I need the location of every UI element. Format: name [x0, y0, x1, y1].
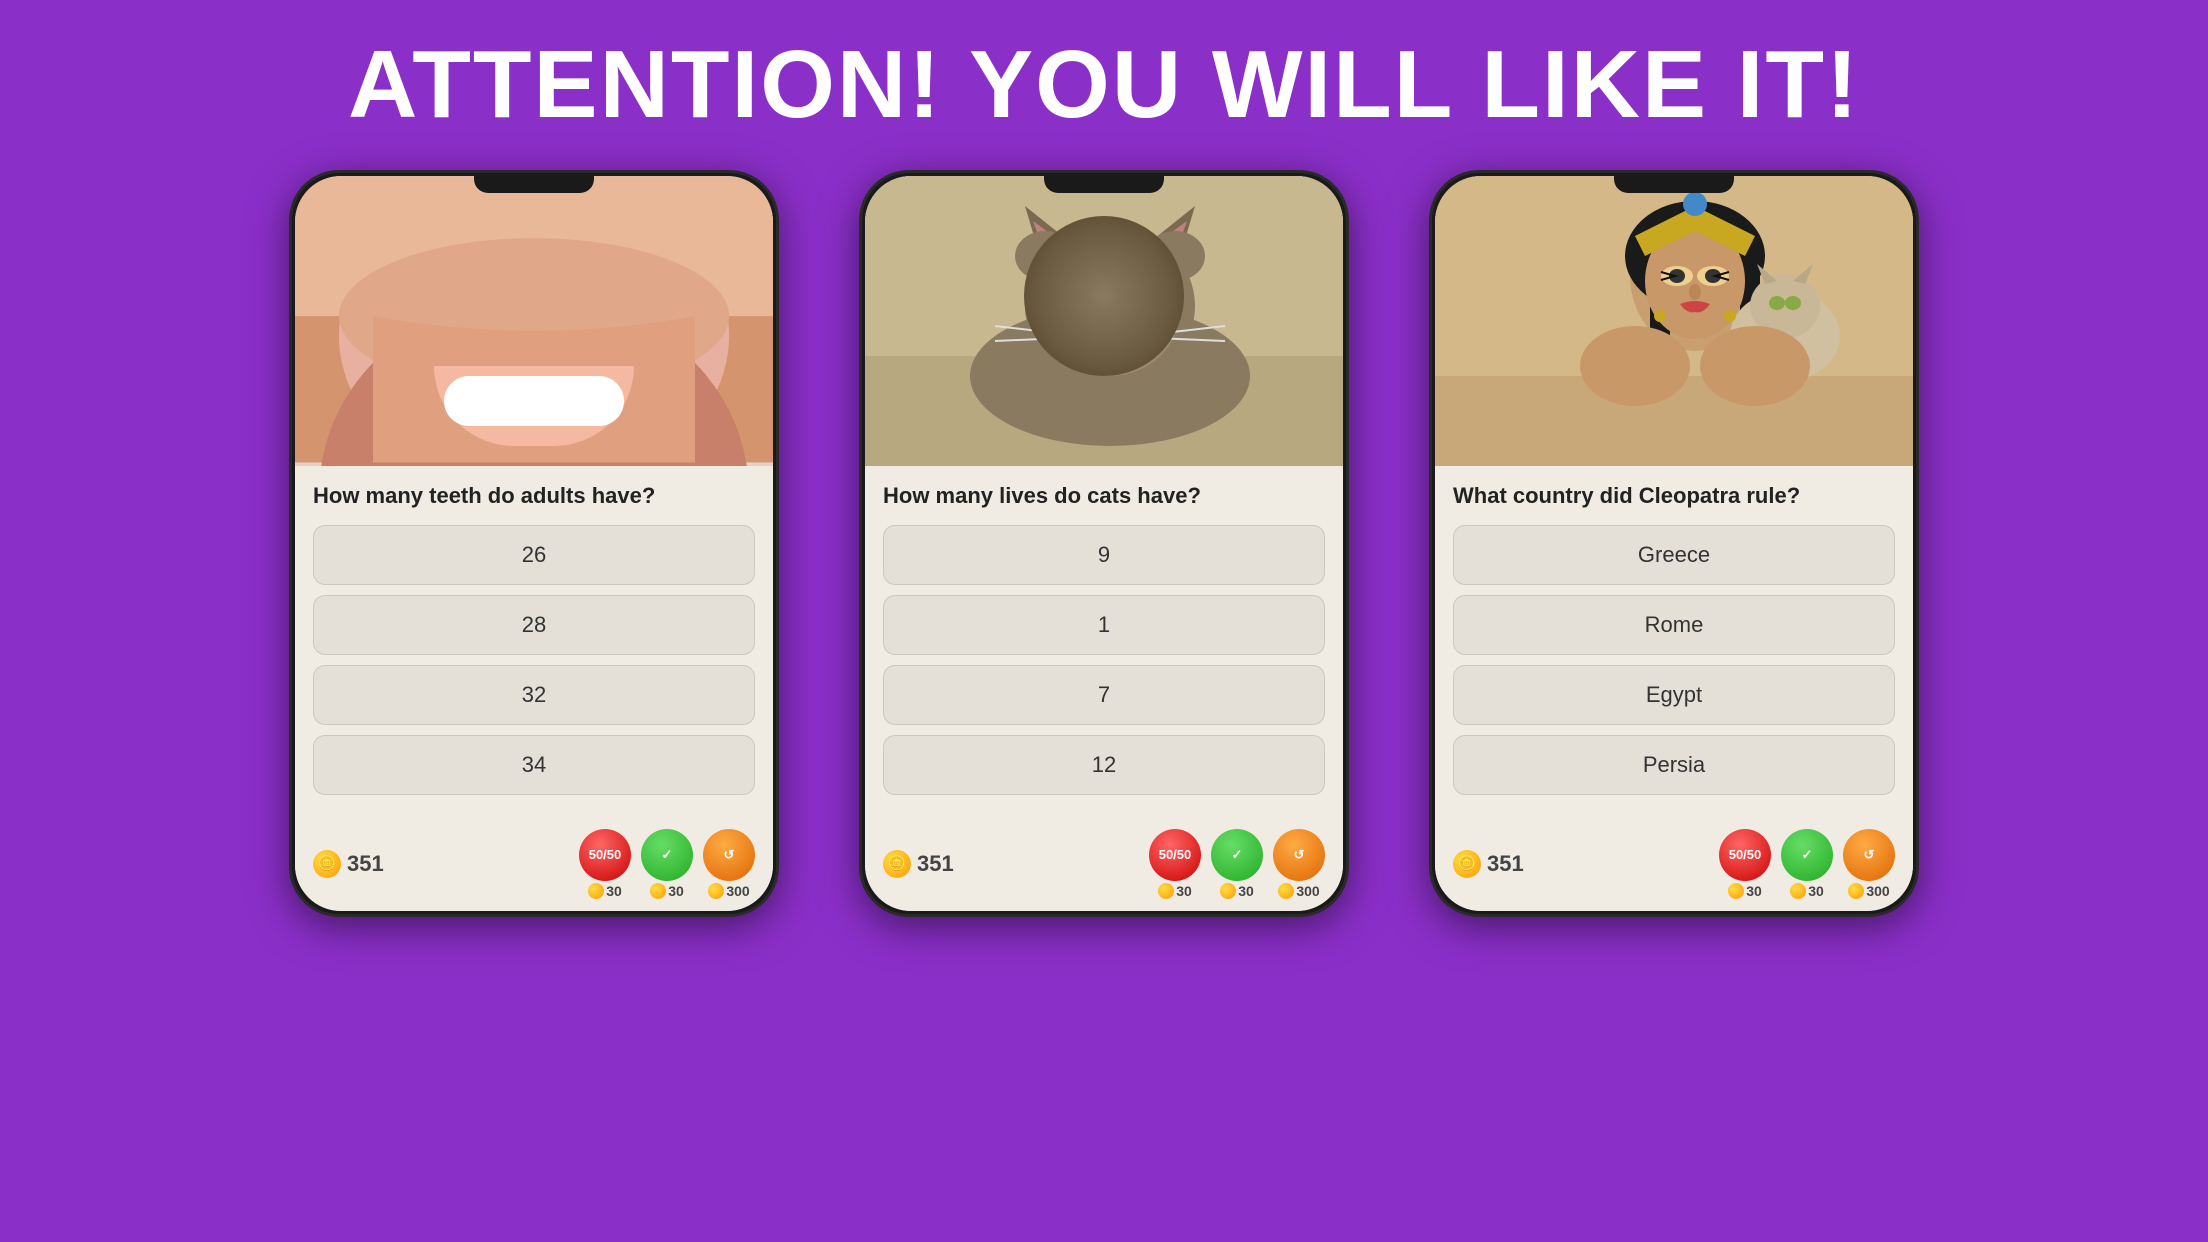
badge-check-3: ✓	[1781, 829, 1833, 881]
phone-content-1: How many teeth do adults have? 26 28 32 …	[295, 466, 773, 821]
phone-notch-3	[1614, 173, 1734, 193]
answer-2-3[interactable]: 7	[883, 665, 1325, 725]
badge-5050-3: 50/50	[1719, 829, 1771, 881]
cost-value-9: 300	[1866, 883, 1889, 899]
cost-check-2: 30	[1220, 883, 1254, 899]
cost-value-2: 30	[668, 883, 684, 899]
answer-1-1[interactable]: 26	[313, 525, 755, 585]
phone-frame-3: What country did Cleopatra rule? Greece …	[1429, 170, 1919, 917]
badge-swap-2: ↺	[1273, 829, 1325, 881]
cost-value-6: 300	[1296, 883, 1319, 899]
phone-2: How many lives do cats have? 9 1 7 12 🪙 …	[859, 170, 1349, 917]
badge-5050-2: 50/50	[1149, 829, 1201, 881]
score-2: 🪙 351	[883, 850, 954, 878]
score-value-3: 351	[1487, 851, 1524, 877]
cost-5050-1: 30	[588, 883, 622, 899]
cost-coin-7	[1728, 883, 1744, 899]
phone-image-3	[1435, 176, 1913, 466]
score-3: 🪙 351	[1453, 850, 1524, 878]
phone-screen-2: How many lives do cats have? 9 1 7 12 🪙 …	[865, 176, 1343, 911]
cost-5050-2: 30	[1158, 883, 1192, 899]
score-1: 🪙 351	[313, 850, 384, 878]
phone-footer-2: 🪙 351 50/50 30 ✓	[865, 821, 1343, 911]
cost-swap-2: 300	[1278, 883, 1319, 899]
cost-check-3: 30	[1790, 883, 1824, 899]
phone-image-2	[865, 176, 1343, 466]
cost-value-8: 30	[1808, 883, 1824, 899]
answer-1-3[interactable]: 32	[313, 665, 755, 725]
cost-coin-3	[708, 883, 724, 899]
question-2: How many lives do cats have?	[883, 482, 1325, 511]
phone-content-3: What country did Cleopatra rule? Greece …	[1435, 466, 1913, 821]
cost-coin-6	[1278, 883, 1294, 899]
cost-value-5: 30	[1238, 883, 1254, 899]
badge-check-1: ✓	[641, 829, 693, 881]
cost-check-1: 30	[650, 883, 684, 899]
phone-1: How many teeth do adults have? 26 28 32 …	[289, 170, 779, 917]
powerups-2: 50/50 30 ✓ 30	[1149, 829, 1325, 899]
teeth-illustration	[295, 176, 773, 466]
cost-coin-4	[1158, 883, 1174, 899]
badge-5050-1: 50/50	[579, 829, 631, 881]
powerup-check-2[interactable]: ✓ 30	[1211, 829, 1263, 899]
answer-2-2[interactable]: 1	[883, 595, 1325, 655]
phone-notch-2	[1044, 173, 1164, 193]
coin-icon-2: 🪙	[883, 850, 911, 878]
question-1: How many teeth do adults have?	[313, 482, 755, 511]
cost-coin-1	[588, 883, 604, 899]
powerup-swap-3[interactable]: ↺ 300	[1843, 829, 1895, 899]
phone-screen-3: What country did Cleopatra rule? Greece …	[1435, 176, 1913, 911]
coin-icon-1: 🪙	[313, 850, 341, 878]
answer-3-3[interactable]: Egypt	[1453, 665, 1895, 725]
cost-coin-5	[1220, 883, 1236, 899]
cost-value-4: 30	[1176, 883, 1192, 899]
powerups-3: 50/50 30 ✓ 30	[1719, 829, 1895, 899]
badge-check-2: ✓	[1211, 829, 1263, 881]
cost-coin-2	[650, 883, 666, 899]
coin-icon-3: 🪙	[1453, 850, 1481, 878]
phone-notch-1	[474, 173, 594, 193]
cost-coin-8	[1790, 883, 1806, 899]
powerup-50-50-1[interactable]: 50/50 30	[579, 829, 631, 899]
phone-frame-2: How many lives do cats have? 9 1 7 12 🪙 …	[859, 170, 1349, 917]
cost-swap-1: 300	[708, 883, 749, 899]
badge-swap-1: ↺	[703, 829, 755, 881]
cost-value-3: 300	[726, 883, 749, 899]
phone-screen-1: How many teeth do adults have? 26 28 32 …	[295, 176, 773, 911]
question-3: What country did Cleopatra rule?	[1453, 482, 1895, 511]
answer-3-1[interactable]: Greece	[1453, 525, 1895, 585]
powerup-swap-1[interactable]: ↺ 300	[703, 829, 755, 899]
powerup-50-50-3[interactable]: 50/50 30	[1719, 829, 1771, 899]
phone-image-1	[295, 176, 773, 466]
answer-2-1[interactable]: 9	[883, 525, 1325, 585]
phone-footer-1: 🪙 351 50/50 30 ✓	[295, 821, 773, 911]
powerup-check-1[interactable]: ✓ 30	[641, 829, 693, 899]
cost-value-1: 30	[606, 883, 622, 899]
score-value-1: 351	[347, 851, 384, 877]
answer-3-2[interactable]: Rome	[1453, 595, 1895, 655]
answer-3-4[interactable]: Persia	[1453, 735, 1895, 795]
cost-value-7: 30	[1746, 883, 1762, 899]
badge-swap-3: ↺	[1843, 829, 1895, 881]
answer-1-2[interactable]: 28	[313, 595, 755, 655]
phone-footer-3: 🪙 351 50/50 30 ✓	[1435, 821, 1913, 911]
powerup-check-3[interactable]: ✓ 30	[1781, 829, 1833, 899]
phone-frame-1: How many teeth do adults have? 26 28 32 …	[289, 170, 779, 917]
answer-1-4[interactable]: 34	[313, 735, 755, 795]
phone-3: What country did Cleopatra rule? Greece …	[1429, 170, 1919, 917]
cleopatra-illustration	[1435, 176, 1913, 466]
score-value-2: 351	[917, 851, 954, 877]
cat-illustration	[865, 176, 1343, 466]
cost-coin-9	[1848, 883, 1864, 899]
powerups-1: 50/50 30 ✓ 30	[579, 829, 755, 899]
powerup-swap-2[interactable]: ↺ 300	[1273, 829, 1325, 899]
powerup-50-50-2[interactable]: 50/50 30	[1149, 829, 1201, 899]
answer-2-4[interactable]: 12	[883, 735, 1325, 795]
cost-5050-3: 30	[1728, 883, 1762, 899]
phone-content-2: How many lives do cats have? 9 1 7 12	[865, 466, 1343, 821]
phones-container: How many teeth do adults have? 26 28 32 …	[289, 170, 1919, 917]
cost-swap-3: 300	[1848, 883, 1889, 899]
page-title: ATTENTION! YOU WILL LIKE IT!	[348, 30, 1860, 140]
